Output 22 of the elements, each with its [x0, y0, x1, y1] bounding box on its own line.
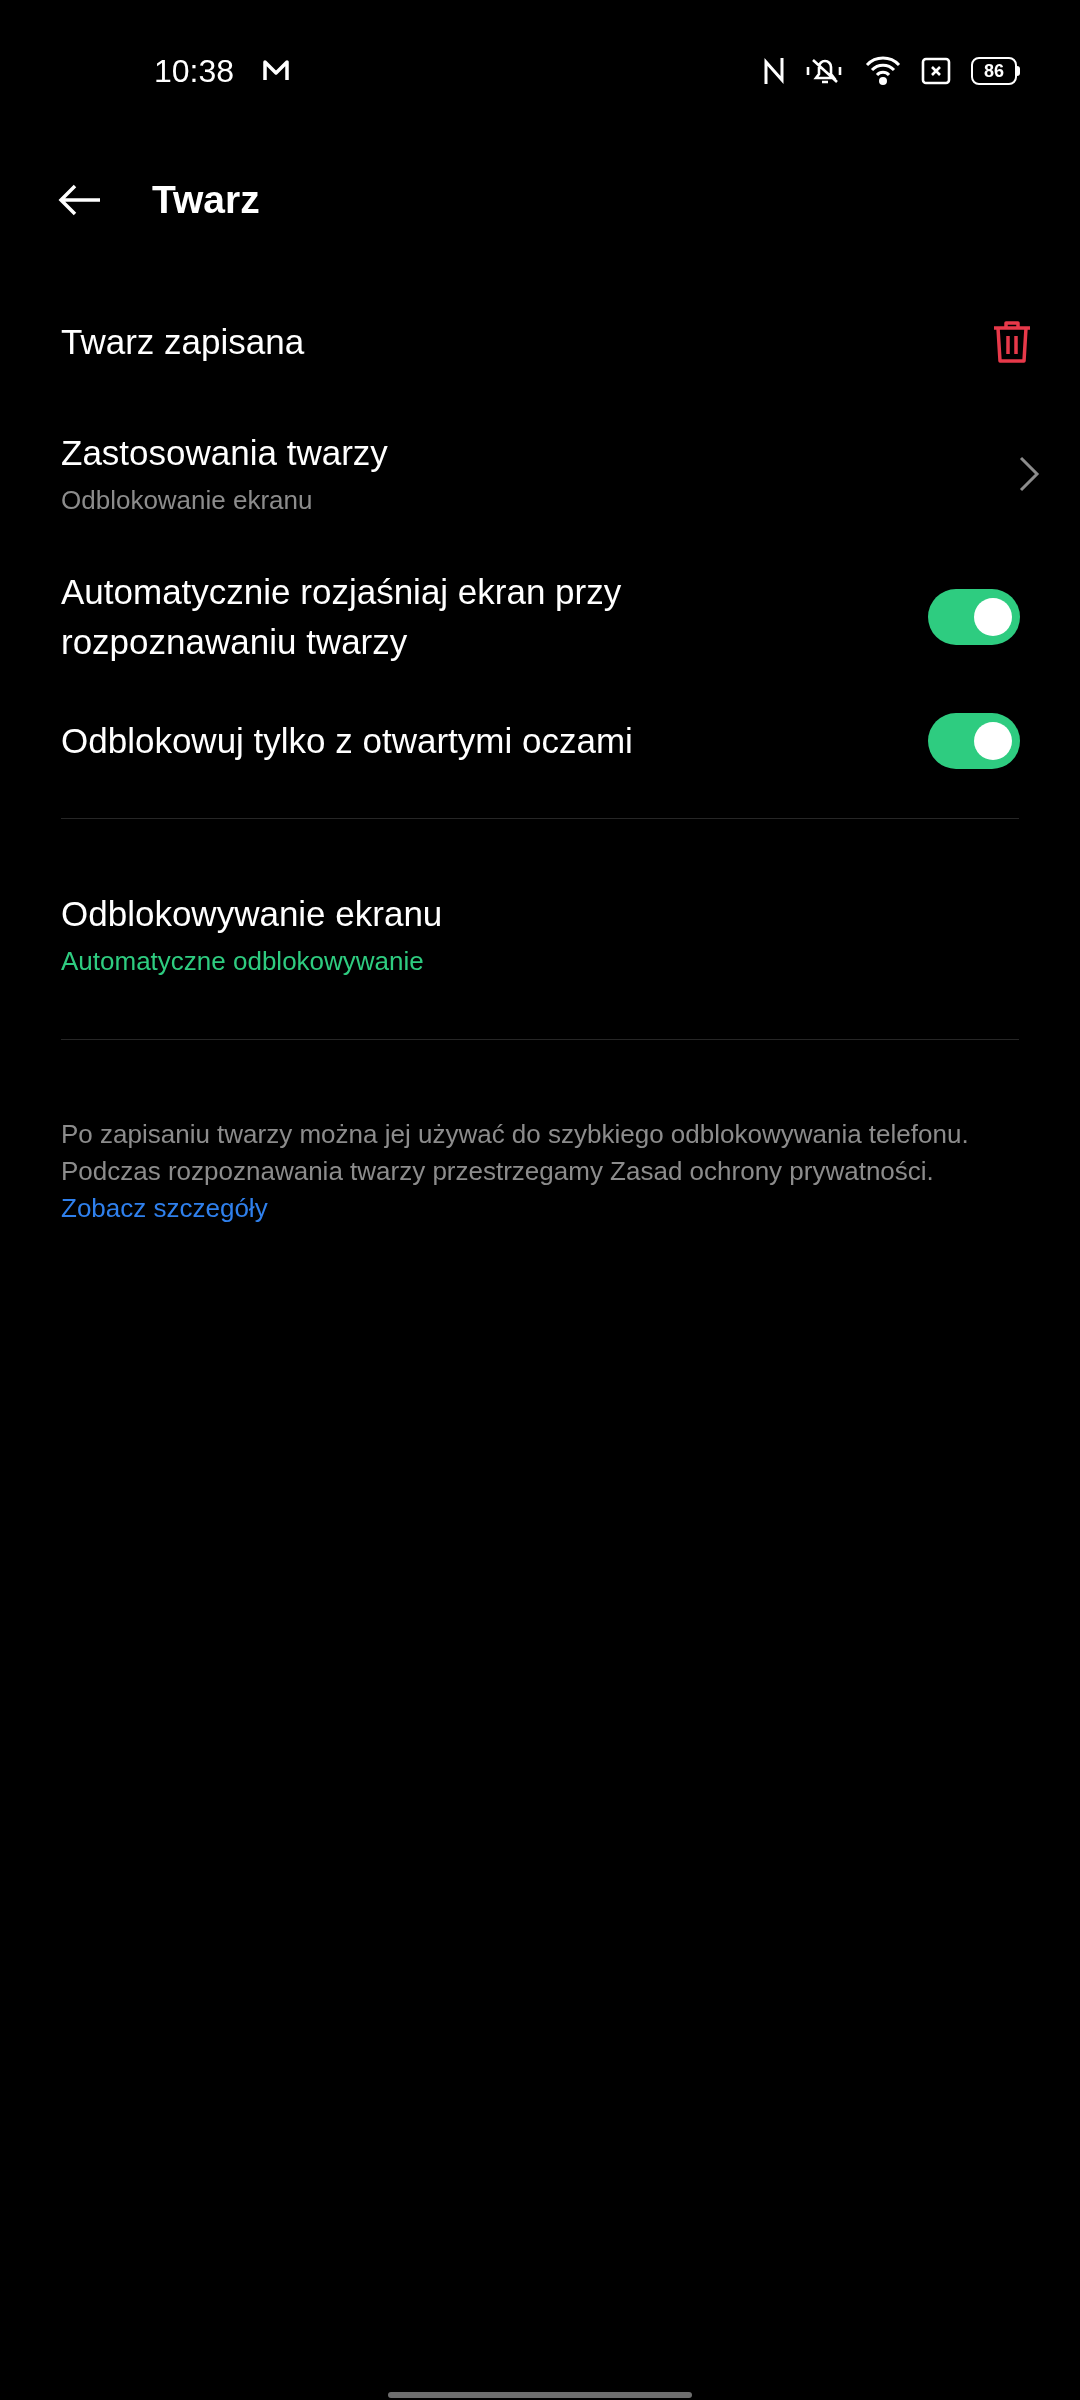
- nfc-icon: [763, 56, 785, 86]
- item-title: Twarz zapisana: [61, 321, 305, 363]
- item-subtitle: Odblokowanie ekranu: [61, 484, 314, 517]
- back-arrow-icon[interactable]: [58, 184, 102, 216]
- status-time: 10:38: [154, 52, 235, 91]
- item-title: Odblokowuj tylko z otwartymi oczami: [61, 720, 633, 762]
- item-title[interactable]: Zastosowania twarzy: [61, 428, 388, 478]
- item-value: Automatyczne odblokowywanie: [61, 945, 425, 978]
- mail-icon: [262, 59, 291, 83]
- sim-off-icon: [921, 57, 951, 85]
- wifi-icon: [865, 56, 901, 86]
- item-title: Odblokowywanie ekranu: [61, 893, 444, 935]
- page-title: Twarz: [152, 176, 260, 223]
- unlock-setting[interactable]: Odblokowywanie ekranu Automatyczne odblokowywanie: [0, 819, 1080, 1039]
- footnote-text: Po zapisaniu twarzy można jej używać do szybkiego odblokowywania telefonu. Podczas rozpoznawania twarzy przestrzegamy Zasad ochrony prywatności. Zobacz szczegóły: [61, 1118, 970, 1225]
- item-title: Automatycznie rozjaśniaj ekran przy rozpoznawaniu twarzy: [61, 571, 623, 663]
- battery-indicator: 86: [971, 57, 1020, 85]
- toggle-switch[interactable]: [928, 589, 1020, 645]
- details-link[interactable]: Zobacz szczegóły: [61, 1193, 268, 1223]
- trash-icon[interactable]: [992, 320, 1032, 364]
- chevron-right-icon[interactable]: [1018, 455, 1040, 493]
- toggle-switch[interactable]: [928, 713, 1020, 769]
